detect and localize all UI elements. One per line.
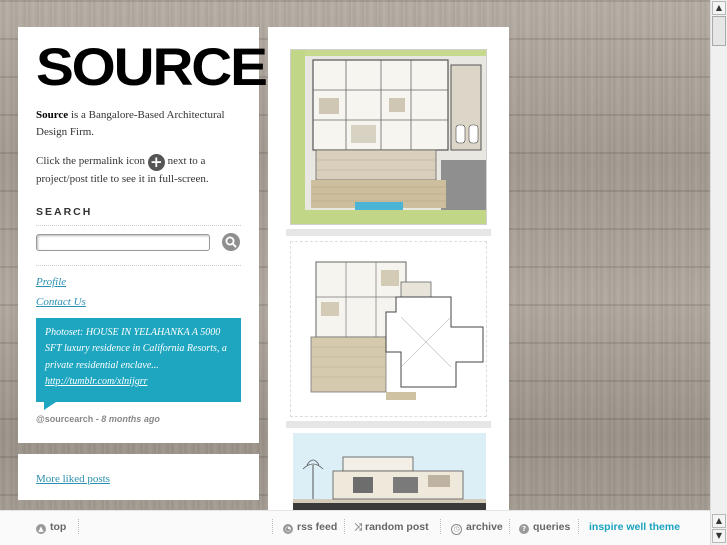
scroll-thumb[interactable] [712, 16, 726, 46]
magnifier-icon [225, 236, 237, 248]
bottom-separator [578, 519, 580, 534]
top-link[interactable]: ▲ top [36, 521, 66, 534]
search-input[interactable] [36, 234, 210, 251]
scroll-up-button[interactable]: ▲ [712, 1, 726, 15]
arrow-up-icon: ▲ [36, 524, 46, 534]
contact-us-link[interactable]: Contact Us [36, 297, 241, 308]
archive-label: archive [466, 521, 503, 533]
shuffle-icon: ⤨ [354, 522, 362, 533]
rss-feed-link[interactable]: ◔ rss feed [283, 521, 337, 534]
site-logo[interactable]: SOURCE [36, 41, 268, 94]
post-separator [286, 421, 491, 428]
bottom-separator [509, 519, 511, 534]
search-form [36, 233, 241, 256]
section-drawing [293, 433, 486, 510]
posts-column [268, 27, 509, 510]
rss-label: rss feed [297, 521, 338, 533]
top-label: top [50, 521, 67, 533]
random-post-link[interactable]: ⤨ random post [354, 521, 429, 533]
random-label: random post [365, 521, 429, 533]
theme-credit-link[interactable]: inspire well theme [589, 521, 680, 533]
upper-floor-plan-drawing [310, 261, 484, 400]
tweet-handle[interactable]: @sourcearch [36, 414, 93, 424]
bottom-separator [272, 519, 274, 534]
permalink-hint-text-1: Click the permalink icon [36, 155, 148, 167]
description-bold: Source [36, 109, 69, 121]
site-description: Source is a Bangalore-Based Architectura… [36, 107, 241, 141]
tweet-meta: @sourcearch - 8 months ago [36, 414, 241, 424]
permalink-hint: Click the permalink icon + next to a pro… [36, 153, 241, 188]
plus-circle-icon: + [147, 154, 165, 171]
post-image-floor-plan[interactable] [290, 49, 487, 225]
archive-link[interactable]: ◷ archive [451, 521, 503, 535]
sidebar: SOURCE Source is a Bangalore-Based Archi… [18, 27, 268, 443]
queries-link[interactable]: ? queries [519, 521, 570, 534]
scroll-up-button-lower[interactable]: ▲ [712, 514, 726, 528]
floor-plan-drawing [291, 50, 486, 224]
scroll-down-button[interactable]: ▼ [712, 529, 726, 543]
post-image-section[interactable] [293, 433, 486, 510]
liked-posts-box: More liked posts [18, 454, 259, 500]
bottom-separator [440, 519, 442, 534]
bottom-nav-bar: ▲ top ◔ rss feed ⤨ random post ◷ archive ? qu… [0, 510, 710, 545]
latest-tweet: Photoset: HOUSE IN YELAHANKA A 5000 SFT … [36, 318, 241, 410]
bottom-separator [78, 519, 80, 534]
tweet-time: - 8 months ago [93, 414, 160, 424]
search-heading: SEARCH [36, 206, 241, 226]
rss-icon: ◔ [283, 524, 293, 534]
tweet-tail [44, 402, 56, 410]
profile-link[interactable]: Profile [36, 277, 241, 288]
search-button[interactable] [222, 233, 240, 251]
clock-icon: ◷ [451, 524, 462, 535]
tweet-text: Photoset: HOUSE IN YELAHANKA A 5000 SFT … [45, 327, 227, 371]
vertical-scrollbar[interactable]: ▲ ▲ ▼ [710, 0, 727, 545]
divider [36, 265, 241, 266]
post-separator [286, 229, 491, 236]
question-icon: ? [519, 524, 529, 534]
post-image-upper-plan[interactable] [290, 241, 487, 417]
queries-label: queries [533, 521, 571, 533]
bottom-separator [344, 519, 346, 534]
more-liked-posts-link[interactable]: More liked posts [36, 473, 110, 485]
tweet-link[interactable]: http://tumblr.com/xlnijgrr [45, 376, 148, 387]
